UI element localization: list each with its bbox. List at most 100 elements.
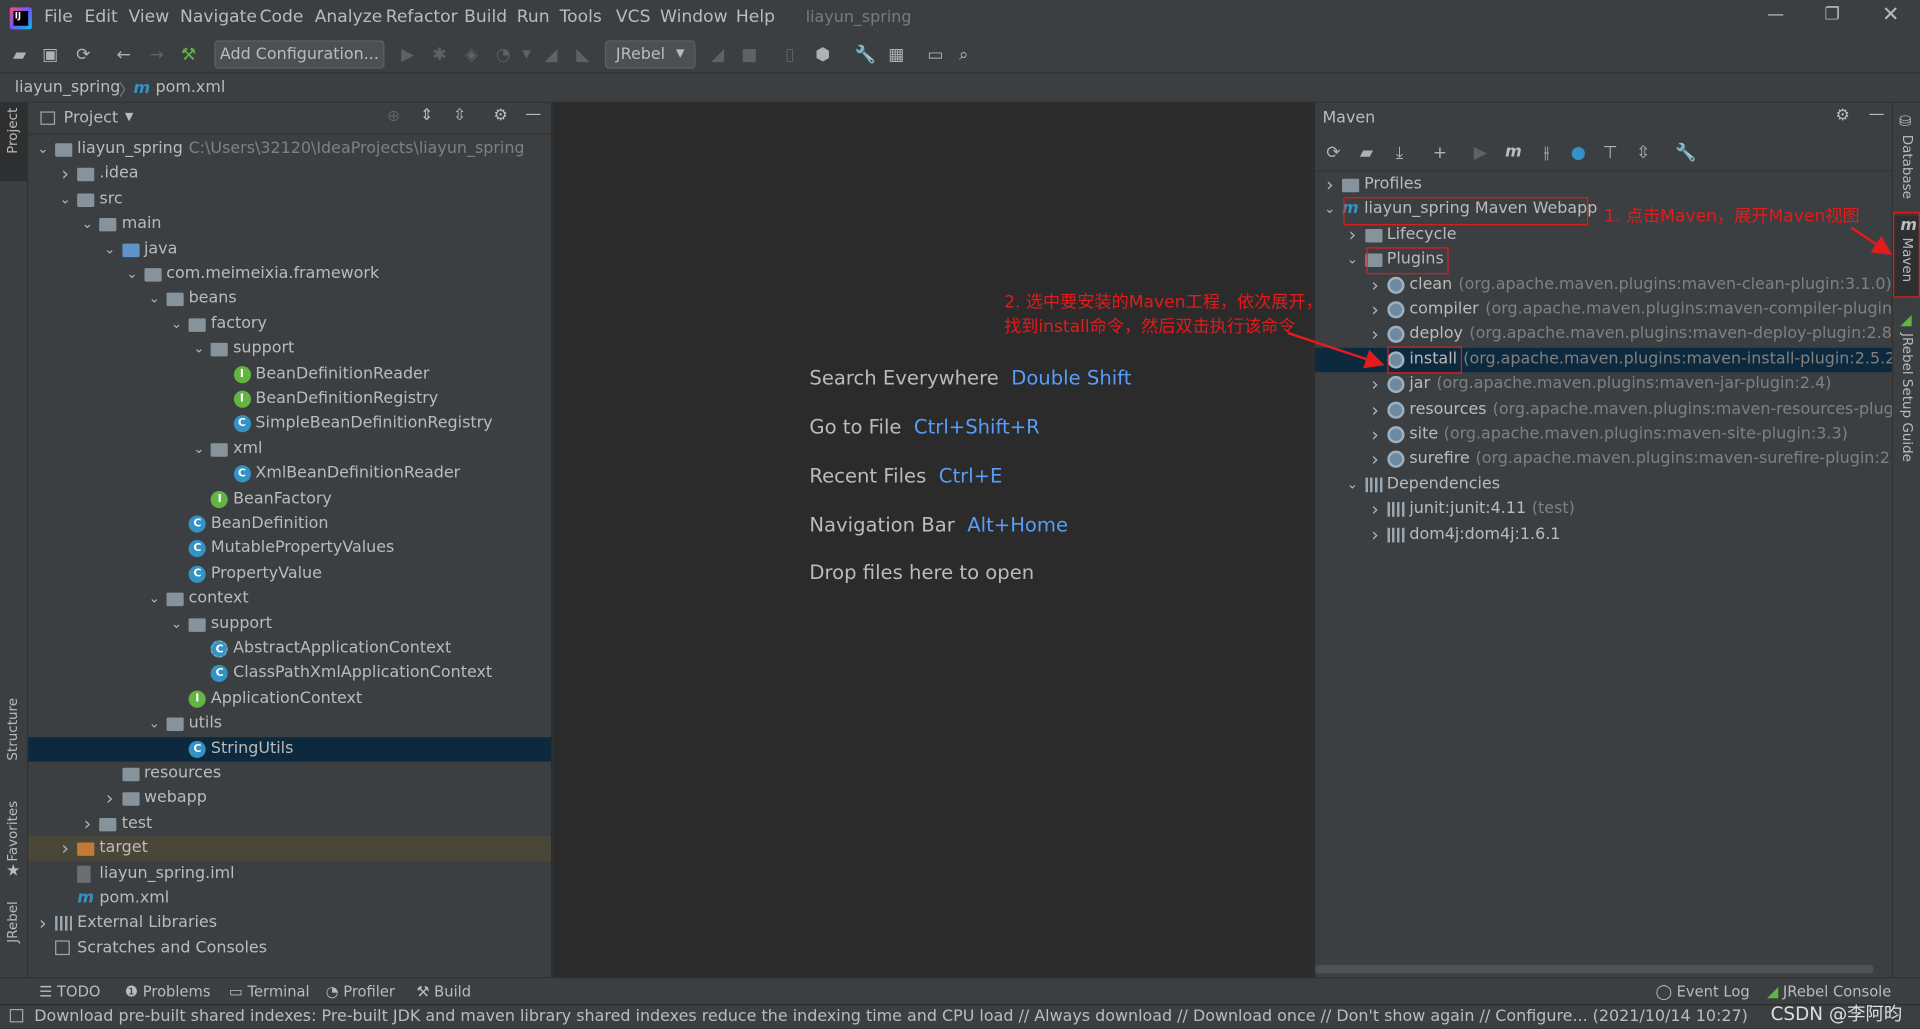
chevron-right-icon[interactable]: ›: [1368, 522, 1383, 546]
project-tree-item[interactable]: m pom.xml: [28, 887, 551, 911]
maven-tree-item[interactable]: › clean (org.apache.maven.plugins:maven-c…: [1315, 273, 1892, 297]
project-tree-item[interactable]: liayun_spring.iml: [28, 862, 551, 886]
project-tree-item[interactable]: C ClassPathXmlApplicationContext: [28, 662, 551, 686]
jrebel-setup-guide-tab[interactable]: JRebel Setup Guide: [1899, 333, 1915, 462]
maven-tree-item[interactable]: › deploy (org.apache.maven.plugins:maven-…: [1315, 323, 1913, 347]
chevron-down-icon[interactable]: ⌄: [36, 137, 51, 161]
reload-icon[interactable]: ⟳: [1324, 143, 1344, 163]
menu-window[interactable]: Window: [660, 7, 728, 27]
search-icon[interactable]: ⌕: [954, 45, 974, 65]
skip-tests-icon[interactable]: ●: [1569, 143, 1589, 163]
build-tab[interactable]: ⚒ Build: [416, 983, 471, 1000]
project-tree-item[interactable]: C XmlBeanDefinitionReader: [28, 462, 551, 486]
maven-tree-item[interactable]: › dom4j:dom4j:1.6.1: [1315, 522, 1892, 546]
project-tree-item[interactable]: Scratches and Consoles: [28, 936, 551, 960]
menu-vcs[interactable]: VCS: [616, 7, 651, 27]
project-tree-item[interactable]: ⌄ support: [28, 612, 551, 636]
terminal-tab[interactable]: ▭ Terminal: [229, 983, 310, 1000]
problems-tab[interactable]: ❶ Problems: [125, 983, 211, 1000]
maven-tree-item[interactable]: › compiler (org.apache.maven.plugins:mave…: [1315, 298, 1920, 322]
jrebel-console-tab[interactable]: ◢ JRebel Console: [1767, 983, 1891, 1000]
menu-tools[interactable]: Tools: [560, 7, 602, 27]
profiler-tab[interactable]: ◔ Profiler: [326, 983, 395, 1000]
chevron-down-icon[interactable]: ⌄: [102, 237, 117, 261]
add-icon[interactable]: +: [1430, 143, 1450, 163]
breadcrumb-file[interactable]: pom.xml: [156, 78, 226, 96]
project-tree-item[interactable]: I BeanDefinitionRegistry: [28, 387, 551, 411]
chevron-right-icon[interactable]: ›: [1368, 397, 1383, 421]
save-icon[interactable]: ▣: [40, 45, 60, 65]
project-tree-item[interactable]: C PropertyValue: [28, 562, 551, 586]
run-icon[interactable]: ▶: [398, 45, 418, 65]
chevron-right-icon[interactable]: ›: [1368, 497, 1383, 521]
run-dropdown-icon[interactable]: ▼: [517, 45, 537, 65]
menu-navigate[interactable]: Navigate: [180, 7, 257, 27]
project-tree-item[interactable]: ⌄ src: [28, 187, 551, 211]
menu-build[interactable]: Build: [464, 7, 507, 27]
jrebel-run-icon[interactable]: ◢: [541, 45, 561, 65]
project-tree-item[interactable]: ⌄ main: [28, 212, 551, 236]
chevron-right-icon[interactable]: ›: [1368, 298, 1383, 322]
project-tree-item[interactable]: ⌄ support: [28, 337, 551, 361]
project-tree-item[interactable]: › .idea: [28, 162, 551, 186]
sync-icon[interactable]: ⟳: [73, 45, 93, 65]
jrebel-debug-icon[interactable]: ◣: [573, 45, 593, 65]
terminal-icon[interactable]: ▭: [926, 45, 946, 65]
chevron-down-icon[interactable]: ⌄: [147, 587, 162, 611]
project-tree-item[interactable]: ⌄ beans: [28, 287, 551, 311]
breadcrumb-project[interactable]: liayun_spring: [15, 78, 121, 96]
chevron-right-icon[interactable]: ›: [58, 837, 73, 861]
chevron-right-icon[interactable]: ›: [1368, 372, 1383, 396]
chevron-down-icon[interactable]: ⌄: [1345, 248, 1360, 272]
forward-icon[interactable]: →: [147, 45, 167, 65]
project-structure-icon[interactable]: ▦: [887, 45, 907, 65]
show-dependencies-icon[interactable]: ⊤: [1600, 143, 1620, 163]
chevron-down-icon[interactable]: ⌄: [58, 187, 73, 211]
jrebel-update-icon[interactable]: ◢: [708, 45, 728, 65]
chevron-right-icon[interactable]: ›: [1345, 223, 1360, 247]
database-tool-tab[interactable]: Database: [1899, 135, 1915, 199]
project-tree-item[interactable]: ⌄ xml: [28, 437, 551, 461]
project-tree-item[interactable]: ⌄ utils: [28, 712, 551, 736]
chevron-down-icon[interactable]: ⌄: [169, 312, 184, 336]
chevron-down-icon[interactable]: ⌄: [1322, 198, 1337, 222]
project-tree-item[interactable]: › webapp: [28, 787, 551, 811]
chevron-down-icon[interactable]: ⌄: [191, 437, 206, 461]
stop-icon[interactable]: ■: [740, 45, 760, 65]
jrebel-selector[interactable]: JRebel ▼: [604, 40, 696, 69]
download-icon[interactable]: ⤓: [1390, 143, 1410, 163]
app-logo[interactable]: IJ: [9, 7, 32, 30]
debug-icon[interactable]: ✱: [430, 45, 450, 65]
event-log-tab[interactable]: ◯ Event Log: [1656, 983, 1750, 1000]
build-hammer-icon[interactable]: ⚒: [179, 45, 199, 65]
project-tree-item[interactable]: ⌄ com.meimeixia.framework: [28, 262, 551, 286]
maven-tree-item[interactable]: › junit:junit:4.11 (test): [1315, 497, 1892, 521]
project-tree-item[interactable]: I ApplicationContext: [28, 687, 551, 711]
project-tree-item[interactable]: › target: [28, 836, 552, 862]
menu-analyze[interactable]: Analyze: [315, 7, 383, 27]
project-tree-item[interactable]: I BeanDefinitionReader: [28, 362, 551, 386]
device-icon[interactable]: ▯: [780, 45, 800, 65]
project-tree-item[interactable]: ⌄ liayun_spring C:\Users\32120\IdeaProjec…: [28, 137, 551, 161]
chevron-down-icon[interactable]: ⌄: [80, 212, 95, 236]
profile-icon[interactable]: ◔: [493, 45, 513, 65]
expand-all-icon[interactable]: ⇕: [420, 107, 433, 125]
project-tree-item[interactable]: C BeanDefinition: [28, 512, 551, 536]
chevron-right-icon[interactable]: ›: [58, 162, 73, 186]
chevron-down-icon[interactable]: ⌄: [147, 712, 162, 736]
wrench-icon[interactable]: 🔧: [1675, 143, 1696, 163]
project-tree-item[interactable]: I BeanFactory: [28, 487, 551, 511]
maven-tree-item[interactable]: ⌄ Dependencies: [1315, 472, 1892, 496]
minimize-icon[interactable]: —: [1767, 5, 1784, 25]
gear-icon[interactable]: ⚙: [493, 107, 507, 125]
gear-icon[interactable]: ⚙: [1836, 107, 1850, 125]
chevron-right-icon[interactable]: ›: [1368, 422, 1383, 446]
project-tree-item[interactable]: resources: [28, 762, 551, 786]
chevron-right-icon[interactable]: ›: [1368, 273, 1383, 297]
project-tree-item[interactable]: › test: [28, 812, 551, 836]
hide-panel-icon[interactable]: —: [525, 105, 541, 123]
chevron-down-icon[interactable]: ⌄: [191, 337, 206, 361]
chevron-right-icon[interactable]: ›: [1368, 323, 1383, 347]
chevron-right-icon[interactable]: ›: [102, 787, 117, 811]
toggle-offline-icon[interactable]: ⫲: [1537, 143, 1557, 163]
